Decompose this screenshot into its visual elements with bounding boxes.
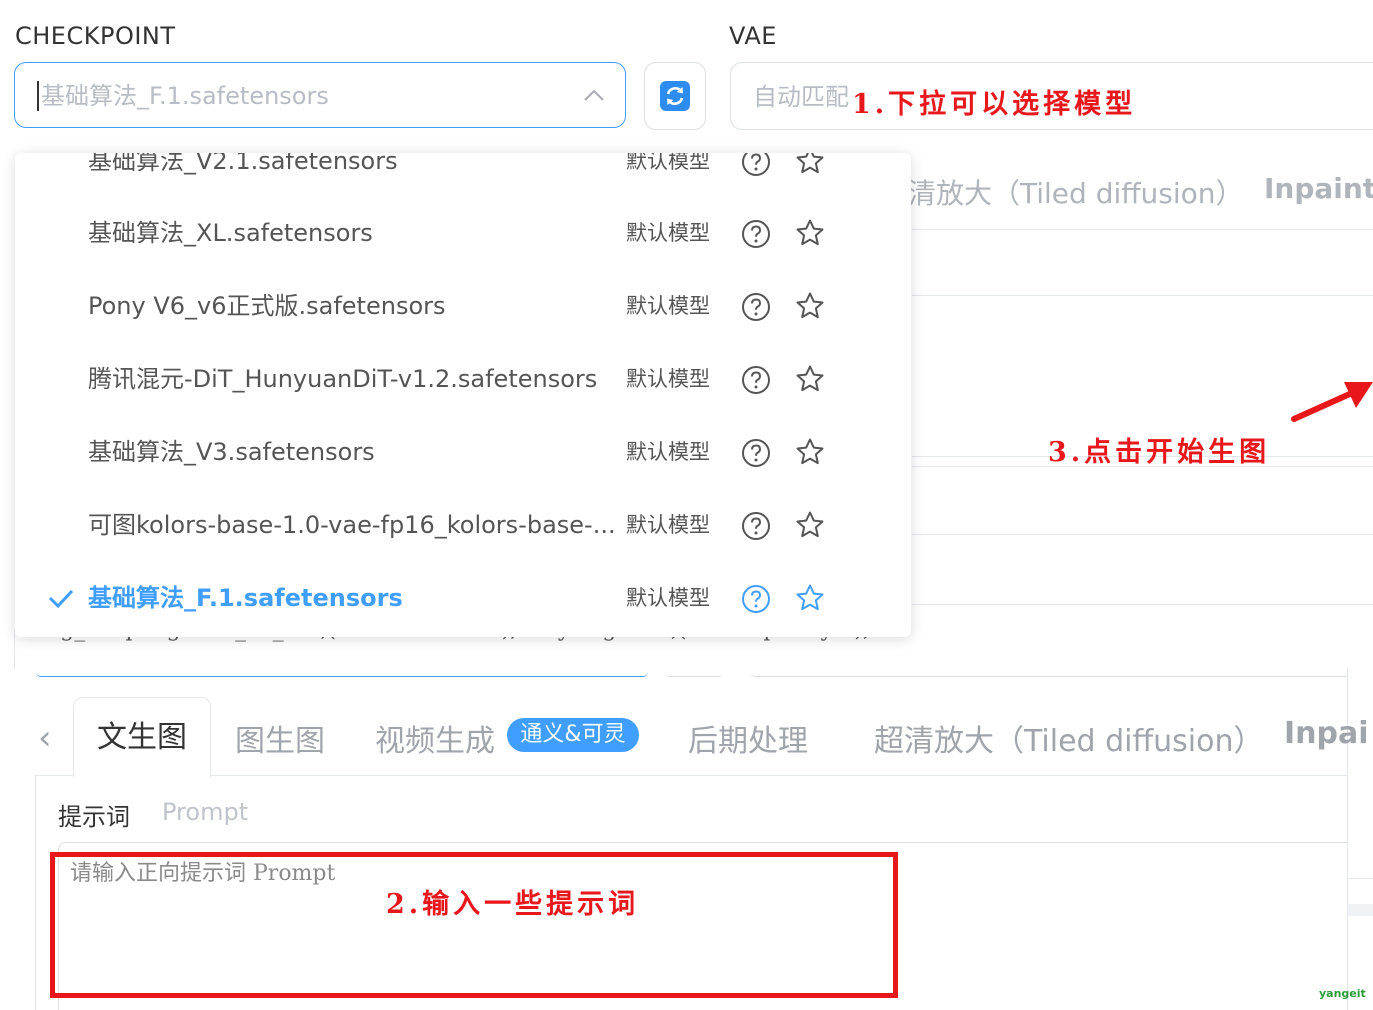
divider [912, 295, 1373, 296]
question-icon[interactable] [741, 584, 771, 614]
dropdown-option[interactable]: 可图kolors-base-1.0-vae-fp16_kolors-base-.… [15, 489, 911, 562]
prompt-label: 提示词 [58, 803, 130, 831]
option-name: 腾讯混元-DiT_HunyuanDiT-v1.2.safetensors [88, 365, 598, 393]
checkpoint-dropdown: 基础算法_V2.1.safetensors 默认模型 基础算法_XL.safet… [15, 153, 911, 637]
annotation-step3: 3.点击开始生图 [1048, 437, 1271, 468]
question-icon[interactable] [741, 438, 771, 468]
divider [912, 604, 1373, 605]
tabs-baseline [35, 775, 73, 776]
prompt-sublabel: Prompt [162, 798, 249, 826]
annotation-step1: 1.下拉可以选择模型 [852, 89, 1137, 120]
option-name: 基础算法_V3.safetensors [88, 438, 375, 466]
bg-tab-upscale: 清放大（Tiled diffusion） [908, 177, 1244, 210]
tabs-prev-arrow[interactable]: ‹ [38, 718, 52, 758]
tab-txt2img[interactable]: 文生图 [73, 697, 211, 777]
negative-prompt-border [36, 672, 648, 677]
panel-border [35, 775, 36, 1010]
question-icon[interactable] [741, 153, 771, 177]
option-tag: 默认模型 [626, 440, 710, 464]
divider [1348, 878, 1373, 879]
scroll-track [1348, 904, 1373, 916]
dropdown-option[interactable]: 基础算法_V3.safetensors 默认模型 [15, 416, 911, 489]
star-icon[interactable] [795, 437, 825, 467]
refresh-models-button[interactable] [644, 62, 706, 130]
annotation-highlight-box [50, 852, 898, 998]
arrow-icon [1291, 382, 1373, 422]
option-tag: 默认模型 [626, 221, 710, 245]
option-tag: 默认模型 [626, 586, 710, 610]
star-icon[interactable] [795, 364, 825, 394]
check-icon [48, 589, 74, 609]
question-icon[interactable] [741, 292, 771, 322]
watermark: yangeit [1319, 987, 1366, 1000]
option-name: 基础算法_V2.1.safetensors [88, 153, 398, 175]
tab-inpaint[interactable]: Inpai [1284, 716, 1369, 751]
video-badge: 通义&可灵 [507, 718, 639, 752]
question-icon[interactable] [741, 365, 771, 395]
vae-select-placeholder: 自动匹配 [753, 83, 849, 111]
tab-postprocess[interactable]: 后期处理 [688, 716, 808, 760]
dropdown-option[interactable]: 腾讯混元-DiT_HunyuanDiT-v1.2.safetensors 默认模… [15, 343, 911, 416]
neg-field-border [750, 672, 1350, 677]
bg-tab-inpaint: Inpaint [1264, 172, 1373, 205]
checkpoint-select-value: 基础算法_F.1.safetensors [41, 82, 329, 110]
option-name: 基础算法_F.1.safetensors [88, 584, 403, 612]
neg-button-border [665, 672, 723, 677]
question-icon[interactable] [741, 511, 771, 541]
star-icon[interactable] [795, 291, 825, 321]
text-caret [37, 81, 39, 111]
star-icon[interactable] [795, 510, 825, 540]
checkpoint-label: CHECKPOINT [15, 22, 176, 50]
tabs-baseline [211, 775, 1348, 776]
option-tag: 默认模型 [626, 513, 710, 537]
option-tag: 默认模型 [626, 294, 710, 318]
tab-video[interactable]: 视频生成 [375, 716, 495, 760]
divider [14, 630, 15, 668]
question-icon[interactable] [741, 219, 771, 249]
dropdown-option-selected[interactable]: 基础算法_F.1.safetensors 默认模型 [15, 562, 911, 635]
option-name: Pony V6_v6正式版.safetensors [88, 292, 446, 320]
option-name: 可图kolors-base-1.0-vae-fp16_kolors-base-.… [88, 511, 616, 539]
option-name: 基础算法_XL.safetensors [88, 219, 373, 247]
tab-img2img[interactable]: 图生图 [235, 716, 325, 760]
option-tag: 默认模型 [626, 367, 710, 391]
dropdown-option[interactable]: 基础算法_XL.safetensors 默认模型 [15, 197, 911, 270]
dropdown-option[interactable]: Pony V6_v6正式版.safetensors 默认模型 [15, 270, 911, 343]
tab-tiled-diffusion[interactable]: 超清放大（Tiled diffusion） [874, 716, 1264, 760]
chevron-up-icon[interactable] [583, 85, 605, 107]
dropdown-option[interactable]: 基础算法_V2.1.safetensors 默认模型 [15, 153, 911, 198]
refresh-icon [660, 81, 690, 111]
star-icon[interactable] [795, 218, 825, 248]
star-icon[interactable] [795, 583, 825, 613]
option-tag: 默认模型 [626, 153, 710, 173]
divider [912, 534, 1373, 535]
checkpoint-select[interactable]: 基础算法_F.1.safetensors [14, 62, 626, 128]
vae-label: VAE [729, 22, 777, 50]
divider [912, 229, 1373, 230]
star-icon[interactable] [795, 153, 825, 176]
tab-label: 文生图 [97, 720, 187, 755]
